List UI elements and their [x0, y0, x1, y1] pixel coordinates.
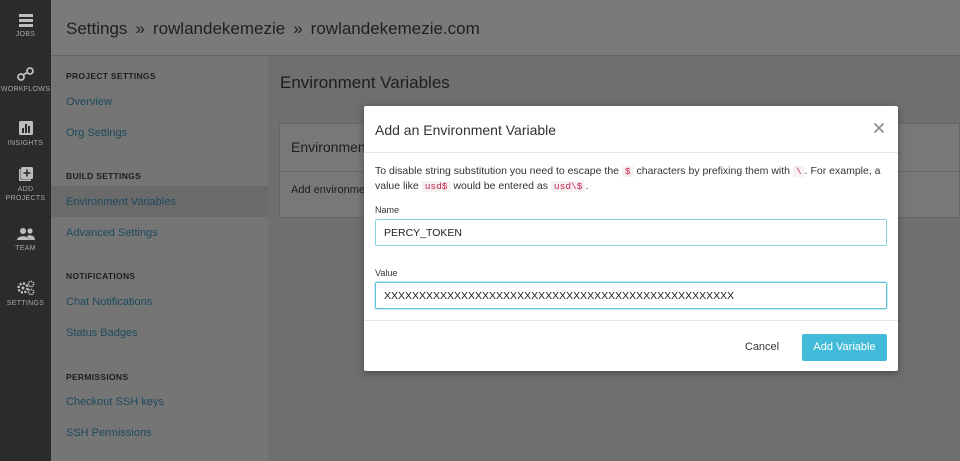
breadcrumb-org[interactable]: rowlandekemezie	[153, 19, 285, 38]
value-input[interactable]	[375, 282, 887, 309]
rail-item-insights[interactable]: INSIGHTS	[0, 120, 51, 148]
modal-title: Add an Environment Variable	[375, 122, 557, 138]
breadcrumb-project[interactable]: rowlandekemezie.com	[311, 19, 480, 38]
settings-sidebar: PROJECT SETTINGS Overview Org Settings B…	[51, 56, 268, 461]
add-env-var-modal: Add an Environment Variable To disable s…	[364, 106, 898, 371]
help-text-part: would be entered as	[450, 180, 551, 192]
insights-icon	[18, 121, 33, 135]
help-text-part: To disable string substitution you need …	[375, 165, 622, 177]
sidebar-item-overview[interactable]: Overview	[66, 96, 112, 108]
breadcrumb-separator: »	[293, 19, 303, 38]
modal-footer-divider	[364, 320, 898, 321]
sidebar-heading-build-settings: BUILD SETTINGS	[66, 171, 142, 181]
code-backslash: \	[792, 166, 805, 177]
breadcrumb-settings[interactable]: Settings	[66, 19, 127, 38]
page-header: Settings » rowlandekemezie » rowlandekemezie…	[51, 0, 960, 56]
close-icon[interactable]	[872, 121, 886, 135]
rail-label-settings: SETTINGS	[6, 300, 45, 307]
sidebar-item-checkout-ssh-keys[interactable]: Checkout SSH keys	[66, 396, 164, 408]
breadcrumb-separator: »	[135, 19, 145, 38]
sidebar-item-advanced-settings[interactable]: Advanced Settings	[66, 227, 158, 239]
workflows-icon	[16, 67, 34, 81]
rail-item-settings[interactable]: SETTINGS	[0, 280, 51, 308]
rail-label-jobs: JOBS	[15, 31, 36, 38]
rail-item-workflows[interactable]: WORKFLOWS	[0, 66, 51, 94]
nav-rail: JOBS WORKFLOWS INSIGHTS ADD PROJECTS TEA…	[0, 0, 51, 461]
sidebar-heading-project-settings: PROJECT SETTINGS	[66, 71, 156, 81]
sidebar-heading-notifications: NOTIFICATIONS	[66, 271, 136, 281]
help-text-part: .	[585, 180, 589, 192]
help-text: To disable string substitution you need …	[375, 164, 890, 194]
rail-label-add: ADD	[17, 186, 34, 193]
value-label: Value	[375, 268, 398, 278]
jobs-icon	[18, 14, 33, 27]
breadcrumb: Settings » rowlandekemezie » rowlandekemezie…	[66, 19, 480, 39]
rail-label-team: TEAM	[15, 245, 36, 252]
sidebar-item-environment-variables[interactable]: Environment Variables	[66, 196, 176, 208]
sidebar-item-ssh-permissions[interactable]: SSH Permissions	[66, 427, 152, 439]
add-projects-icon	[18, 167, 33, 181]
rail-item-jobs[interactable]: JOBS	[0, 13, 51, 39]
settings-icon	[16, 280, 34, 296]
name-label: Name	[375, 205, 400, 215]
add-variable-button[interactable]: Add Variable	[802, 334, 887, 361]
rail-label-projects: PROJECTS	[5, 195, 46, 202]
card-text: Add environmen	[291, 184, 372, 196]
code-dollar: $	[621, 166, 634, 177]
sidebar-item-org-settings[interactable]: Org Settings	[66, 127, 127, 139]
rail-item-add-projects[interactable]: ADD PROJECTS	[0, 166, 51, 203]
rail-item-team[interactable]: TEAM	[0, 227, 51, 253]
page-title: Environment Variables	[280, 73, 450, 92]
code-example-raw: usd$	[421, 181, 451, 192]
card-title: Environment	[291, 139, 370, 155]
rail-label-insights: INSIGHTS	[7, 140, 44, 147]
sidebar-item-chat-notifications[interactable]: Chat Notifications	[66, 296, 152, 308]
code-example-escaped: usd\$	[550, 181, 586, 192]
name-input[interactable]	[375, 219, 887, 246]
rail-label-workflows: WORKFLOWS	[0, 86, 51, 93]
team-icon	[16, 228, 35, 240]
sidebar-item-status-badges[interactable]: Status Badges	[66, 327, 138, 339]
modal-header: Add an Environment Variable	[364, 106, 898, 153]
help-text-part: characters by prefixing them with	[633, 165, 793, 177]
sidebar-heading-permissions: PERMISSIONS	[66, 372, 129, 382]
cancel-button[interactable]: Cancel	[734, 334, 790, 360]
